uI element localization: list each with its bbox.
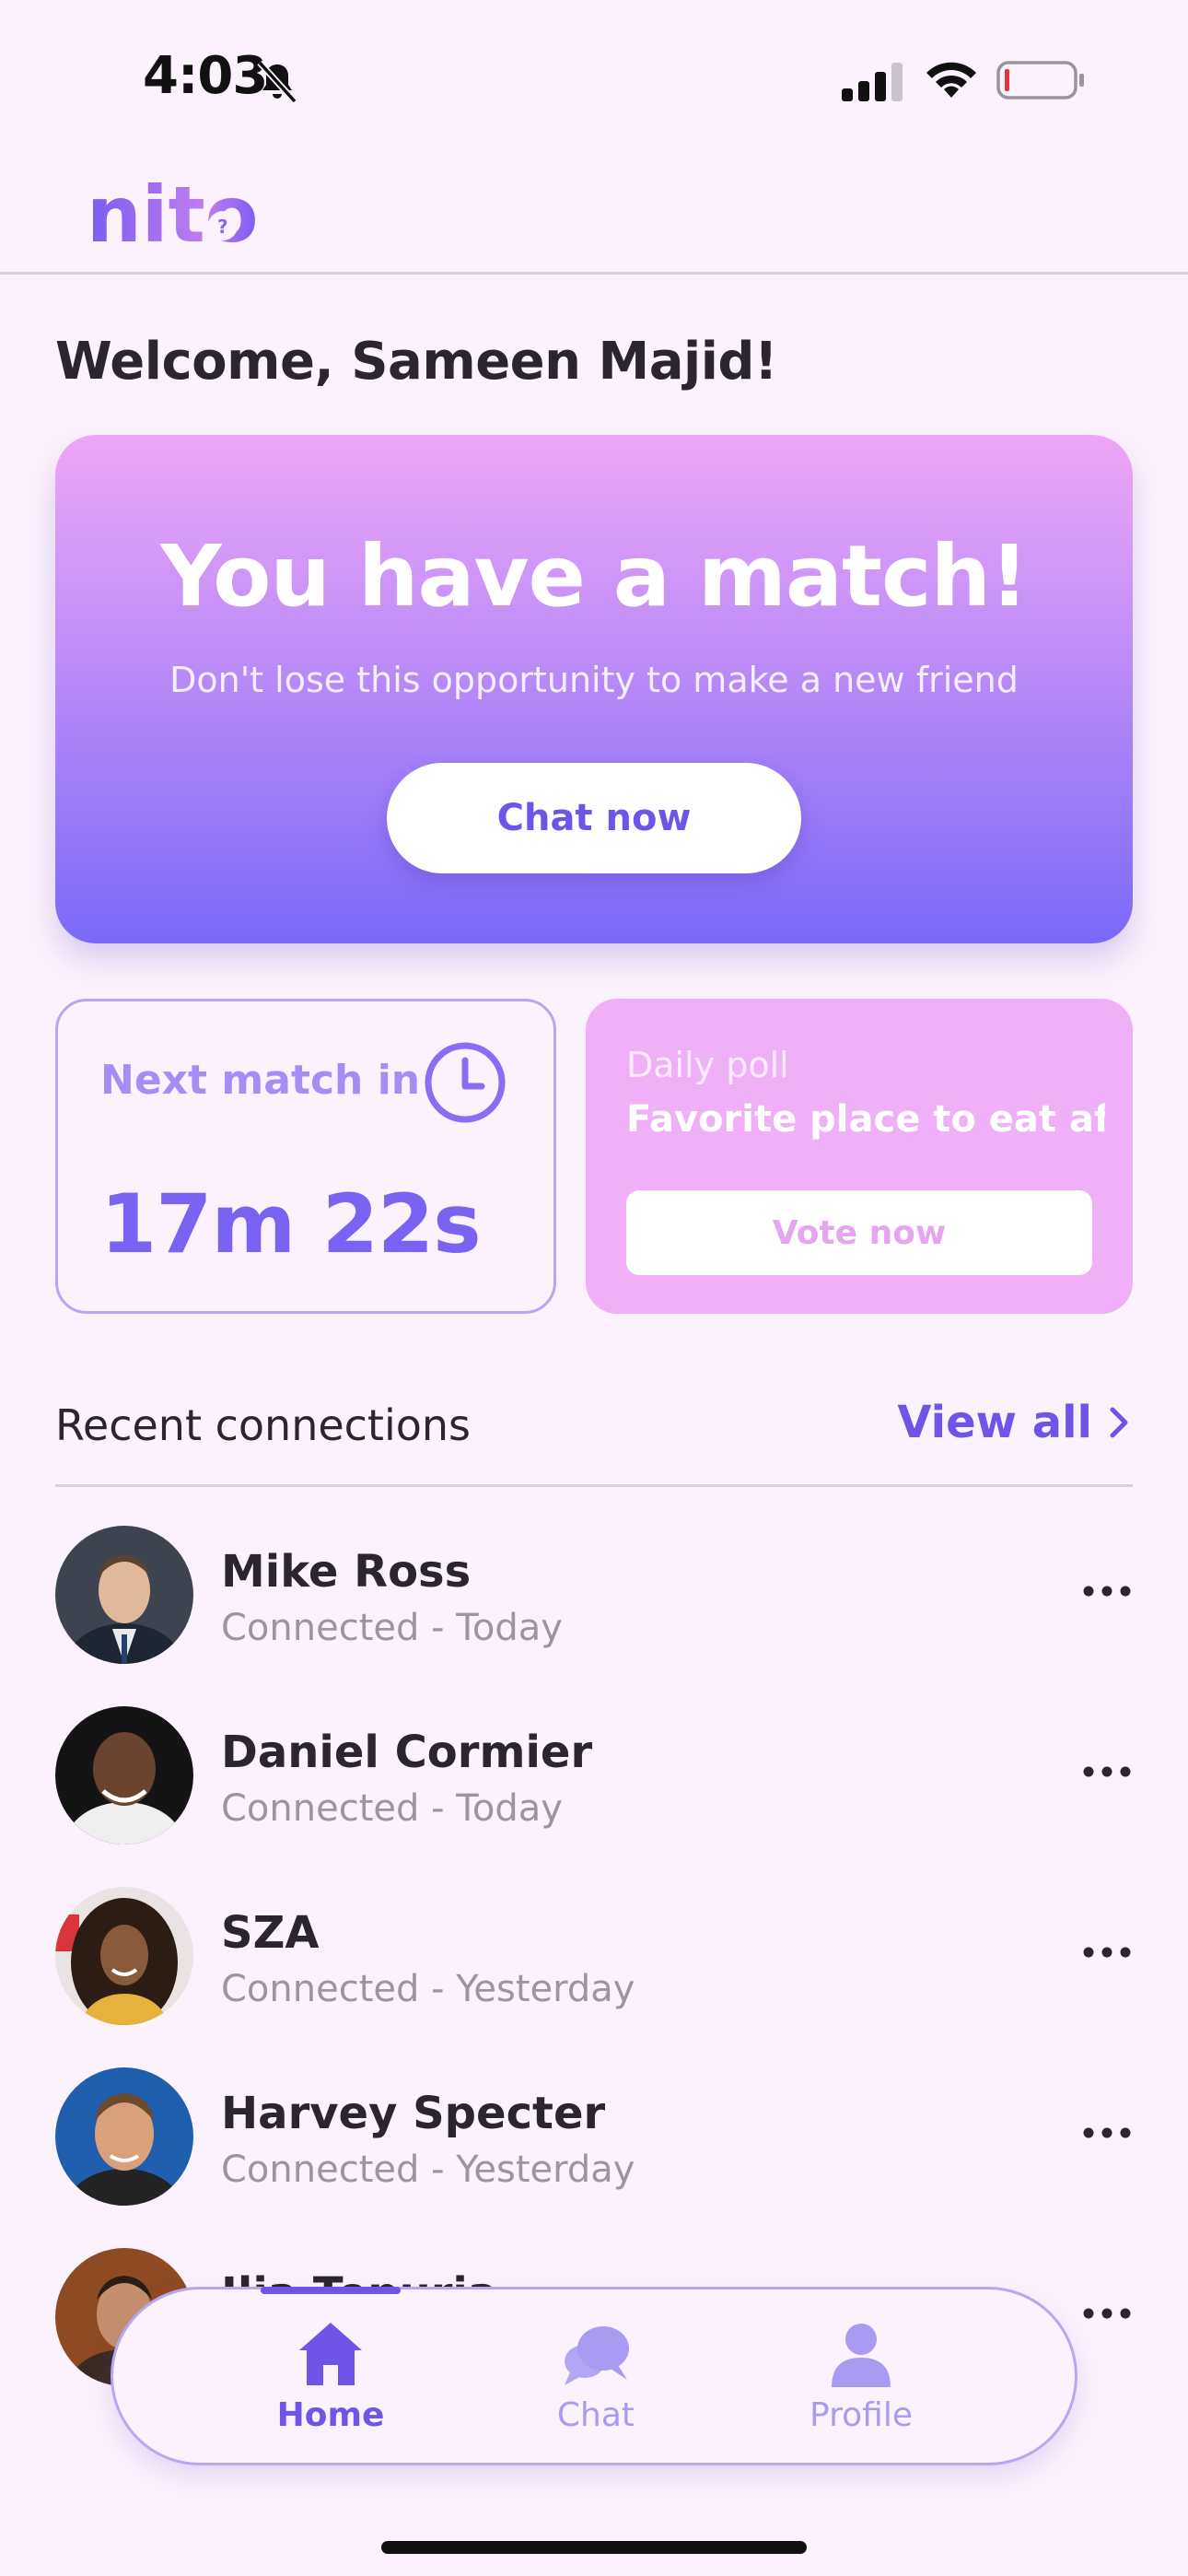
tab-chat-label: Chat [556,2396,635,2434]
connection-status: Connected - Yesterday [221,1968,635,2010]
more-options-icon[interactable] [1081,1938,1133,1966]
connection-row-mike-ross[interactable]: Mike Ross Connected - Today [55,1526,1133,1669]
avatar-daniel-cormier [55,1706,193,1844]
nito-logo: nito ? [87,170,258,258]
chat-icon [565,2326,629,2385]
svg-text:?: ? [217,216,228,238]
more-options-icon[interactable] [1081,1758,1133,1786]
next-match-label: Next match in [100,1057,421,1104]
view-all-label: View all [897,1397,1092,1448]
tab-home-label: Home [276,2396,385,2434]
connection-name: Daniel Cormier [221,1727,593,1778]
daily-poll-card: Daily poll Favorite place to eat aft... … [586,999,1133,1314]
status-time: 4:03 [143,46,268,106]
cellular-signal-icon [842,63,903,101]
connection-status: Connected - Today [221,1607,563,1649]
avatar-sza [55,1887,193,2025]
active-tab-indicator [261,2287,401,2294]
tab-home[interactable]: Home [239,2317,423,2446]
daily-poll-question: Favorite place to eat aft... [626,1098,1105,1141]
bottom-tab-bar: Home Chat Profile [111,2287,1077,2465]
home-indicator [381,2541,807,2554]
clock-icon [425,1042,506,1123]
more-options-icon[interactable] [1081,2119,1133,2147]
app-header: nito ? [0,138,1188,275]
next-match-countdown: 17m 22s [100,1177,482,1271]
recent-connections-title: Recent connections [55,1400,472,1450]
home-icon [299,2323,362,2385]
connection-row-daniel-cormier[interactable]: Daniel Cormier Connected - Today [55,1706,1133,1850]
avatar-mike-ross [55,1526,193,1664]
tab-chat[interactable]: Chat [504,2317,688,2446]
match-subtitle: Don't lose this opportunity to make a ne… [169,660,1019,700]
status-bar: 4:03 [0,0,1188,138]
wifi-icon [926,62,976,98]
connection-status: Connected - Today [221,1787,563,1830]
match-title: You have a match! [160,527,1029,626]
svg-text:nito: nito [87,170,258,258]
next-match-card: Next match in 17m 22s [55,999,556,1314]
connection-name: Mike Ross [221,1546,472,1598]
match-card: You have a match! Don't lose this opport… [55,435,1133,943]
connection-row-harvey-specter[interactable]: Harvey Specter Connected - Yesterday [55,2067,1133,2211]
bell-off-icon [257,60,297,104]
chevron-right-icon [1110,1407,1128,1438]
more-options-icon[interactable] [1081,1577,1133,1605]
view-all-link[interactable]: View all [897,1397,1133,1448]
connection-name: SZA [221,1907,320,1959]
more-options-icon[interactable] [1081,2300,1133,2327]
daily-poll-label: Daily poll [626,1045,789,1085]
recent-connections-header: Recent connections View all [55,1391,1133,1487]
tab-profile-label: Profile [809,2396,913,2434]
profile-icon [832,2324,891,2387]
tab-profile[interactable]: Profile [769,2317,953,2446]
connection-name: Harvey Specter [221,2088,606,2139]
chat-now-button[interactable]: Chat now [387,763,801,873]
battery-icon [996,61,1084,100]
welcome-heading: Welcome, Sameen Majid! [55,332,778,392]
vote-now-button[interactable]: Vote now [626,1190,1092,1275]
connection-status: Connected - Yesterday [221,2149,635,2191]
connection-row-sza[interactable]: SZA Connected - Yesterday [55,1887,1133,2031]
avatar-harvey-specter [55,2067,193,2206]
